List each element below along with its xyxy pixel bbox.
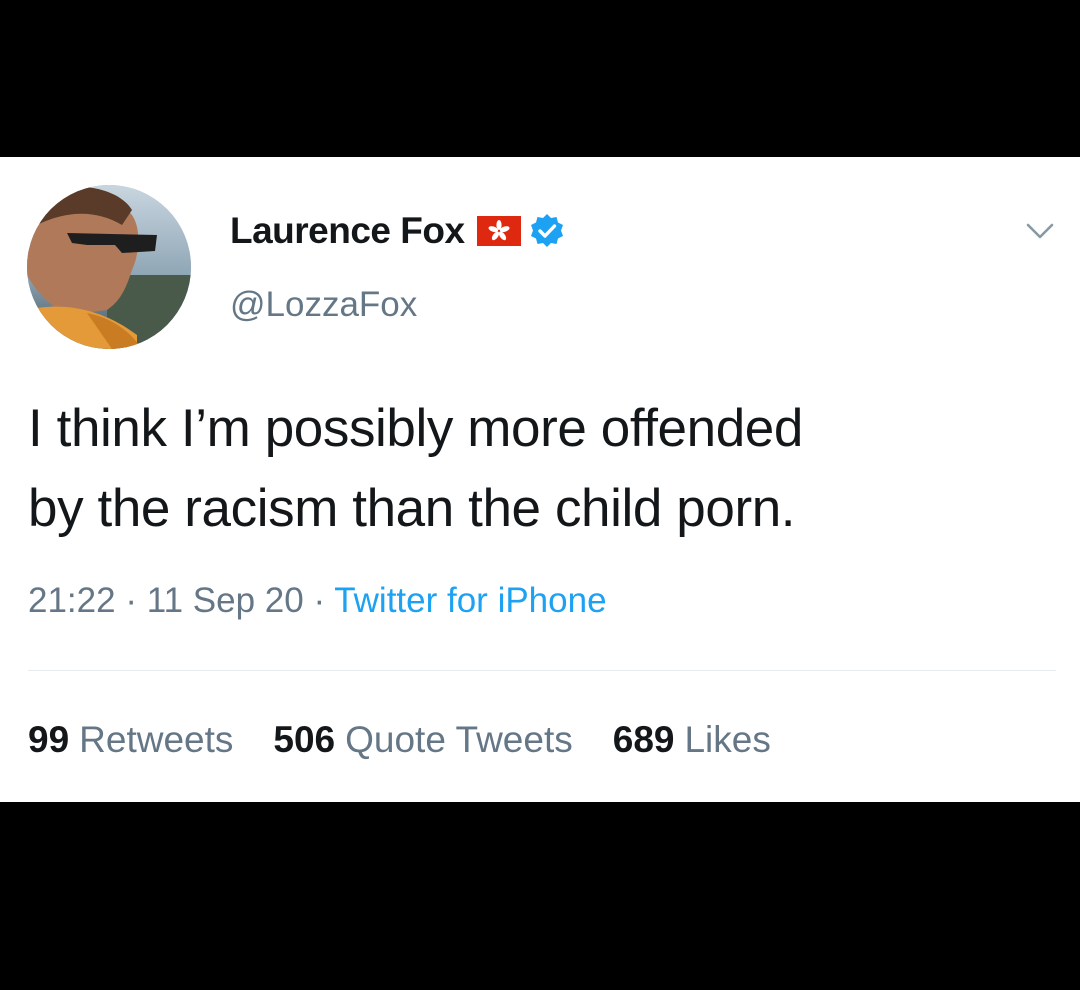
- tweet-text-line: I think I’m possibly more offended: [28, 399, 803, 458]
- tweet-meta: 21:22 · 11 Sep 20 · Twitter for iPhone: [28, 581, 607, 621]
- tweet-time[interactable]: 21:22: [28, 581, 116, 620]
- avatar-photo: [27, 185, 191, 349]
- avatar[interactable]: [27, 185, 191, 349]
- meta-separator: ·: [313, 581, 335, 620]
- tweet-card: Laurence Fox @LozzaFox I think I’m possi…: [0, 157, 1080, 802]
- likes-count: 689: [612, 719, 675, 760]
- quote-tweets-stat[interactable]: 506 Quote Tweets: [273, 719, 572, 761]
- quote-tweets-label: Quote Tweets: [345, 719, 573, 760]
- tweet-date[interactable]: 11 Sep 20: [147, 581, 304, 620]
- likes-label: Likes: [684, 719, 771, 760]
- retweets-label: Retweets: [79, 719, 234, 760]
- divider: [28, 670, 1056, 671]
- hong-kong-flag-icon: [476, 216, 521, 246]
- meta-separator: ·: [125, 581, 147, 620]
- quote-tweets-count: 506: [273, 719, 336, 760]
- tweet-source-link[interactable]: Twitter for iPhone: [334, 581, 606, 620]
- tweet-text-line: by the racism than the child porn.: [28, 479, 796, 538]
- tweet-text: I think I’m possibly more offended by th…: [28, 389, 1058, 549]
- user-handle[interactable]: @LozzaFox: [230, 285, 417, 325]
- display-name-row: Laurence Fox: [230, 209, 565, 253]
- verified-badge-icon: [529, 213, 565, 249]
- chevron-down-icon[interactable]: [1020, 217, 1060, 245]
- display-name[interactable]: Laurence Fox: [230, 210, 465, 252]
- tweet-stats: 99 Retweets 506 Quote Tweets 689 Likes: [28, 719, 811, 761]
- likes-stat[interactable]: 689 Likes: [613, 719, 771, 761]
- retweets-count: 99: [28, 719, 70, 760]
- retweets-stat[interactable]: 99 Retweets: [28, 719, 233, 761]
